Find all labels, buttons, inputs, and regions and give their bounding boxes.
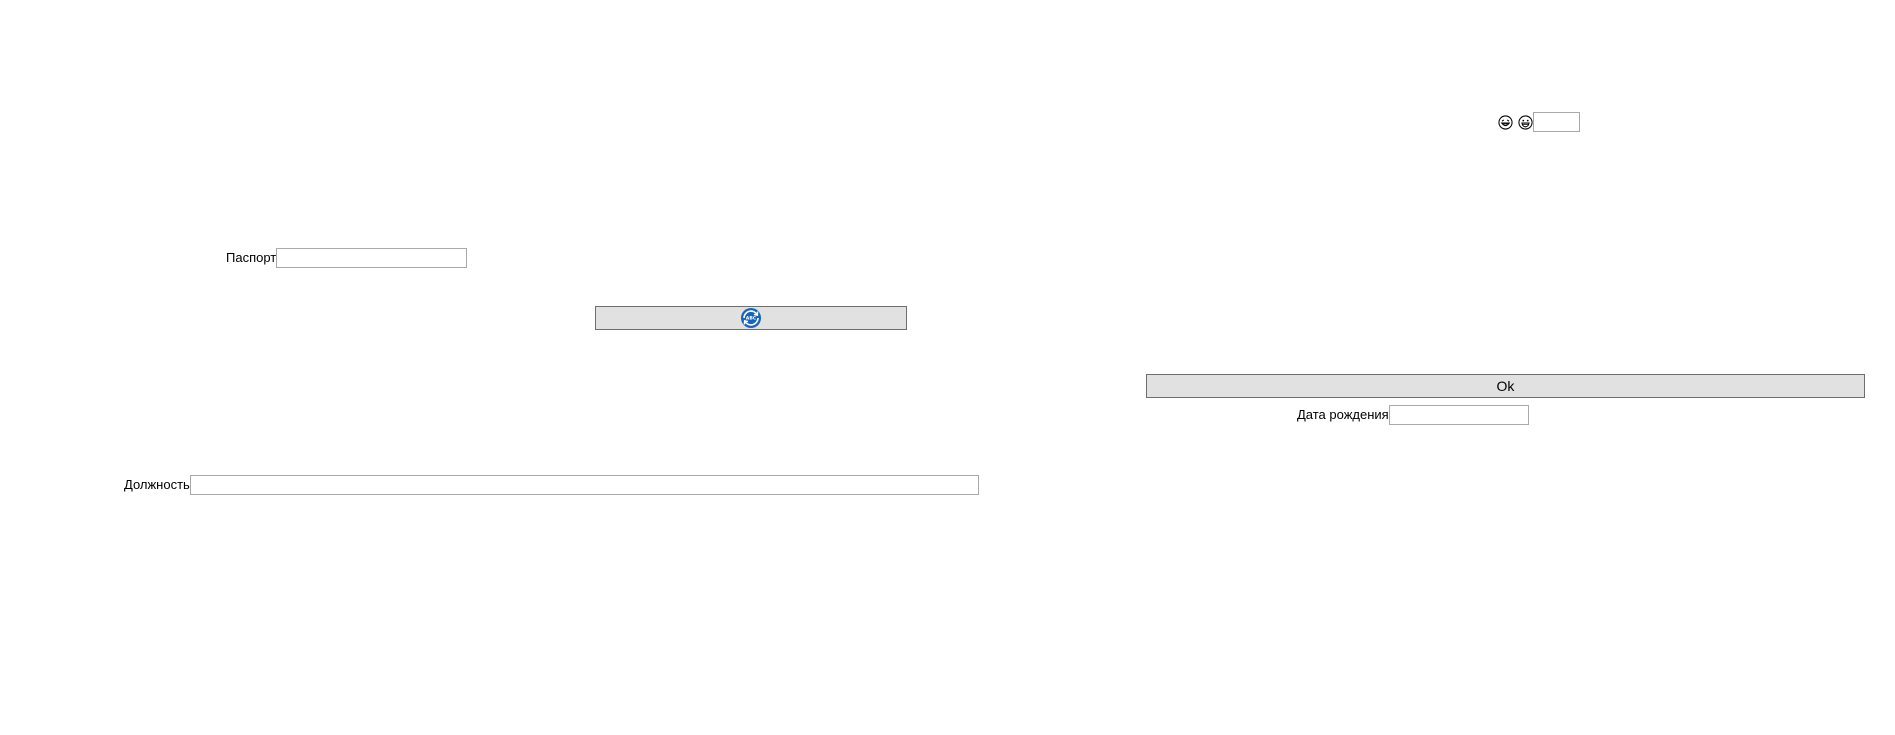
refresh-globe-icon: ABC [740, 307, 762, 329]
grinning-face-icon [1517, 114, 1533, 130]
position-label: Должность [124, 477, 190, 492]
ok-button-label: Ok [1496, 378, 1515, 394]
ok-button[interactable]: Ok [1146, 374, 1865, 398]
passport-label: Паспорт [226, 250, 277, 265]
emoji-field-group [1497, 112, 1580, 132]
position-input[interactable] [189, 475, 979, 495]
refresh-globe-button[interactable]: ABC [595, 306, 907, 330]
birth-date-row: Дата рождения [1297, 405, 1529, 425]
laughing-face-icon [1497, 114, 1513, 130]
birth-date-label: Дата рождения [1297, 407, 1389, 422]
passport-input[interactable] [276, 248, 468, 268]
emoji-side-input[interactable] [1533, 112, 1580, 132]
position-row: Должность [124, 475, 979, 495]
refresh-globe-badge: ABC [746, 316, 757, 322]
passport-row: Паспорт [226, 248, 468, 268]
birth-date-input[interactable] [1388, 405, 1529, 425]
